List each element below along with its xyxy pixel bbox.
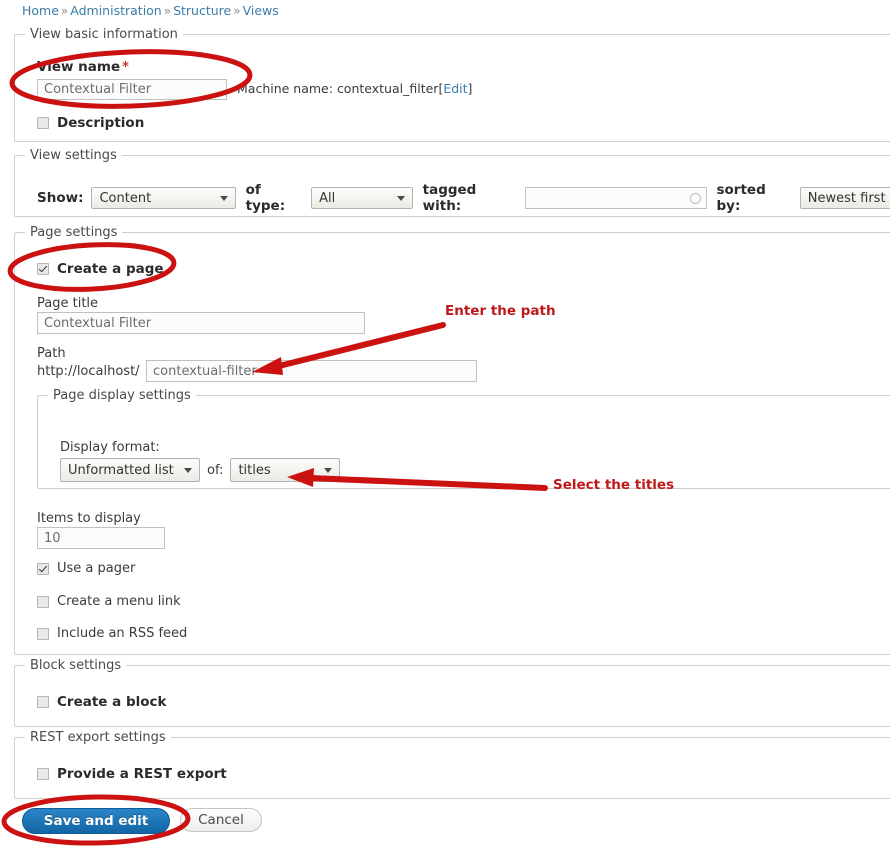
display-format-label: Display format:: [60, 440, 160, 455]
breadcrumb-separator: »: [233, 4, 241, 18]
of-type-select[interactable]: All: [311, 187, 413, 209]
tagged-with-input[interactable]: [524, 187, 707, 209]
view-name-label: View name: [37, 59, 121, 75]
fieldset-legend-rest-export-settings: REST export settings: [25, 730, 171, 745]
fieldset-legend-view-settings: View settings: [25, 148, 122, 163]
show-select[interactable]: Content: [91, 187, 236, 209]
page-title-label: Page title: [37, 296, 99, 311]
include-rss-feed-label: Include an RSS feed: [57, 626, 188, 641]
chevron-down-icon: [324, 468, 333, 473]
create-page-label: Create a page: [57, 261, 164, 277]
use-pager-checkbox[interactable]: [37, 562, 49, 575]
page-title-input[interactable]: [37, 312, 365, 334]
path-input[interactable]: [146, 360, 477, 382]
machine-name-edit-link[interactable]: Edit: [443, 81, 467, 96]
display-of-select[interactable]: titles: [230, 458, 341, 482]
items-to-display-text: Items to display: [37, 511, 141, 526]
create-block-checkbox[interactable]: [37, 696, 49, 708]
fieldset-page-settings: Page settings Create a page Page title P…: [14, 225, 890, 655]
chevron-down-icon: [184, 468, 192, 473]
save-and-edit-label: Save and edit: [43, 813, 149, 829]
provide-rest-export-checkbox[interactable]: [37, 768, 49, 780]
autocomplete-throbber-icon: [689, 193, 701, 204]
show-select-value: Content: [99, 190, 152, 206]
fieldset-legend-page-display-settings: Page display settings: [48, 388, 196, 403]
machine-name-prefix: Machine name:: [237, 81, 337, 96]
items-to-display-input[interactable]: [37, 527, 165, 549]
cancel-button[interactable]: Cancel: [180, 808, 262, 832]
fieldset-legend-basic-information: View basic information: [25, 27, 183, 42]
fieldset-view-settings: View settings Show: Content of type: All…: [14, 148, 890, 217]
create-block-label: Create a block: [57, 694, 167, 710]
display-format-select-value: Unformatted list: [68, 462, 174, 478]
breadcrumb-item-views[interactable]: Views: [243, 3, 279, 18]
chevron-down-icon: [219, 196, 228, 201]
create-menu-link-label: Create a menu link: [57, 594, 181, 609]
annotation-enter-the-path: Enter the path: [445, 303, 556, 319]
breadcrumb-separator: »: [60, 4, 69, 18]
display-format-select[interactable]: Unformatted list: [60, 458, 200, 482]
use-pager-label: Use a pager: [57, 561, 136, 576]
breadcrumb-item-administration[interactable]: Administration: [70, 3, 161, 18]
of-label: of:: [207, 462, 224, 478]
include-rss-feed-checkbox[interactable]: [37, 627, 49, 640]
description-label: Description: [57, 115, 145, 131]
breadcrumb-separator: »: [163, 4, 172, 18]
annotation-select-the-titles: Select the titles: [553, 477, 675, 493]
fieldset-page-display-settings: Page display settings Display format: Un…: [37, 388, 890, 489]
save-and-edit-button[interactable]: Save and edit: [22, 808, 170, 834]
machine-name-bracket-close: ]: [467, 81, 473, 96]
required-marker: *: [122, 60, 129, 75]
show-label: Show:: [37, 190, 84, 206]
path-prefix: http://localhost/: [37, 364, 140, 379]
fieldset-block-settings: Block settings Create a block: [14, 658, 890, 727]
items-to-display-label: Items to display: [37, 511, 141, 526]
sorted-by-select[interactable]: Newest first: [799, 187, 890, 209]
fieldset-legend-page-settings: Page settings: [25, 225, 123, 240]
display-of-select-value: titles: [238, 462, 271, 478]
breadcrumb: Home» Administration» Structure» Views: [22, 3, 279, 18]
cancel-label: Cancel: [198, 812, 244, 828]
fieldset-view-basic-information: View basic information View name* Machin…: [14, 27, 890, 142]
fieldset-legend-block-settings: Block settings: [25, 658, 127, 673]
of-type-select-value: All: [319, 190, 336, 206]
breadcrumb-item-structure[interactable]: Structure: [173, 3, 231, 18]
create-page-checkbox[interactable]: [37, 263, 49, 275]
provide-rest-export-label: Provide a REST export: [57, 766, 227, 782]
sorted-by-label: sorted by:: [716, 182, 766, 214]
machine-name-value: contextual_filter: [336, 81, 439, 96]
description-checkbox[interactable]: [37, 117, 49, 129]
create-menu-link-checkbox[interactable]: [37, 595, 49, 608]
sorted-by-select-value: Newest first: [807, 190, 886, 206]
of-type-label: of type:: [245, 182, 286, 214]
view-name-input[interactable]: [37, 79, 227, 100]
breadcrumb-item-home[interactable]: Home: [22, 3, 59, 18]
path-label: Path: [37, 346, 66, 361]
chevron-down-icon: [396, 196, 405, 201]
tagged-with-label: tagged with:: [422, 182, 477, 214]
fieldset-rest-export-settings: REST export settings Provide a REST expo…: [14, 730, 890, 799]
